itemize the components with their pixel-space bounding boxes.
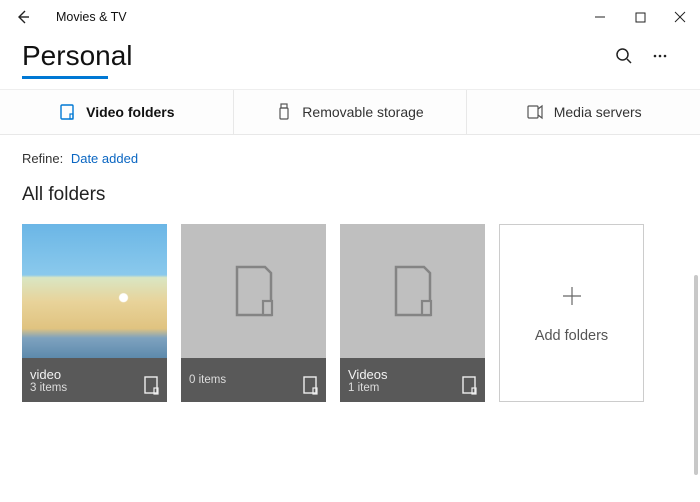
folder-name: Videos <box>348 367 477 382</box>
back-button[interactable] <box>6 0 40 34</box>
video-folder-icon <box>58 103 76 121</box>
document-icon <box>461 375 479 398</box>
tab-label: Media servers <box>554 104 642 120</box>
title-bar: Movies & TV <box>0 0 700 34</box>
section-title: All folders <box>22 184 678 206</box>
folder-thumbnail <box>22 224 167 358</box>
tab-video-folders[interactable]: Video folders <box>0 90 234 134</box>
folder-item-count: 1 item <box>348 382 477 394</box>
close-button[interactable] <box>660 0 700 34</box>
tab-removable-storage[interactable]: Removable storage <box>234 90 468 134</box>
folder-footer: Videos 1 item <box>340 358 485 402</box>
refine-label: Refine: <box>22 151 63 166</box>
folder-footer: 0 items <box>181 358 326 402</box>
page-title-underline <box>22 76 108 79</box>
document-icon <box>231 263 277 319</box>
folder-thumbnail <box>181 224 326 358</box>
ellipsis-icon <box>651 47 669 65</box>
folder-thumbnail <box>340 224 485 358</box>
arrow-left-icon <box>15 9 31 25</box>
minimize-icon <box>594 11 606 23</box>
search-button[interactable] <box>606 38 642 74</box>
tab-label: Removable storage <box>302 104 423 120</box>
usb-icon <box>276 103 292 121</box>
folder-tile[interactable]: Videos 1 item <box>340 224 485 402</box>
tab-label: Video folders <box>86 104 174 120</box>
folder-footer: video 3 items <box>22 358 167 402</box>
folder-tile[interactable]: 0 items <box>181 224 326 402</box>
folder-name: video <box>30 367 159 382</box>
refine-value-link[interactable]: Date added <box>71 151 138 166</box>
folder-tile[interactable]: video 3 items <box>22 224 167 402</box>
app-title: Movies & TV <box>56 10 127 24</box>
minimize-button[interactable] <box>580 0 620 34</box>
maximize-icon <box>635 12 646 23</box>
content-area: Refine: Date added All folders video 3 i… <box>0 135 700 502</box>
page-title: Personal <box>22 40 606 72</box>
folder-item-count: 3 items <box>30 382 159 394</box>
more-button[interactable] <box>642 38 678 74</box>
add-folders-tile[interactable]: Add folders <box>499 224 644 402</box>
add-folders-label: Add folders <box>535 328 608 344</box>
document-icon <box>143 375 161 398</box>
vertical-scrollbar[interactable] <box>694 275 698 475</box>
window-controls <box>580 0 700 34</box>
tab-bar: Video folders Removable storage Media se… <box>0 89 700 135</box>
page-header: Personal <box>0 34 700 74</box>
search-icon <box>615 47 633 65</box>
media-server-icon <box>526 103 544 121</box>
close-icon <box>674 11 686 23</box>
refine-bar: Refine: Date added <box>22 151 678 166</box>
maximize-button[interactable] <box>620 0 660 34</box>
document-icon <box>302 375 320 398</box>
plus-icon <box>561 283 583 314</box>
folder-grid: video 3 items 0 items <box>22 224 678 402</box>
document-icon <box>390 263 436 319</box>
tab-media-servers[interactable]: Media servers <box>467 90 700 134</box>
folder-item-count: 0 items <box>189 374 318 386</box>
